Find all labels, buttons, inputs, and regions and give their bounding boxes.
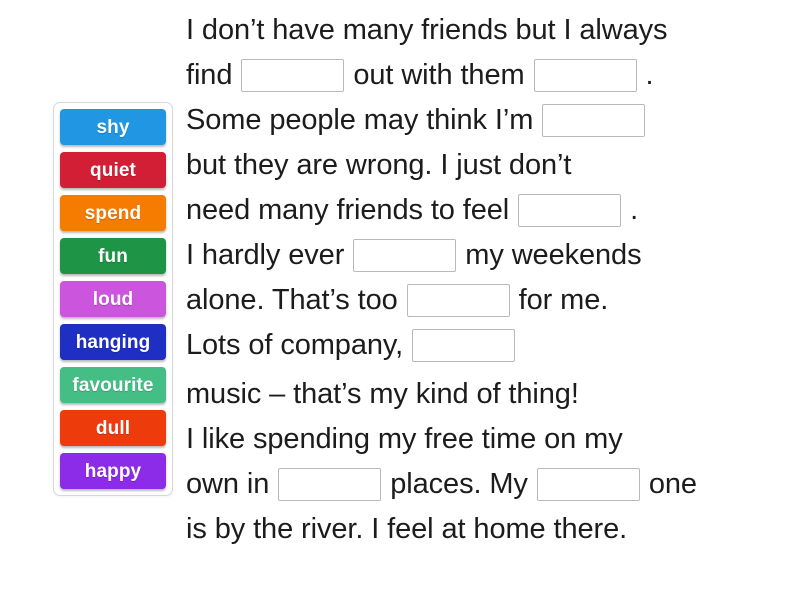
- word-tile-happy[interactable]: happy: [60, 453, 166, 489]
- passage-line: need many friends to feel.: [186, 188, 786, 233]
- passage-text: alone. That’s too: [186, 284, 398, 316]
- passage-text: .: [645, 59, 654, 91]
- passage-line: but they are wrong. I just don’t: [186, 143, 786, 188]
- answer-blank-8[interactable]: [536, 468, 640, 501]
- passage-text: places. My: [390, 468, 528, 500]
- passage-text: but they are wrong. I just don’t: [186, 149, 572, 181]
- passage-text: Some people may think I’m: [186, 104, 534, 136]
- word-tile-hanging[interactable]: hanging: [60, 324, 166, 360]
- passage-text: one: [648, 468, 697, 500]
- answer-blank-2[interactable]: [542, 104, 646, 137]
- answer-blank-7[interactable]: [278, 468, 382, 501]
- word-tile-shy[interactable]: shy: [60, 109, 166, 145]
- passage-text: my weekends: [465, 239, 642, 271]
- passage-text: I like spending my free time on my: [186, 423, 623, 455]
- passage-line: I don’t have many friends but I always: [186, 8, 786, 53]
- passage-text: for me.: [518, 284, 609, 316]
- answer-blank-1[interactable]: [533, 59, 637, 92]
- passage-line: Lots of company,: [186, 323, 786, 368]
- answer-blank-6[interactable]: [412, 329, 516, 362]
- gap-fill-passage: I don’t have many friends but I always fi…: [186, 8, 786, 552]
- passage-text: find: [186, 59, 233, 91]
- answer-blank-4[interactable]: [353, 239, 457, 272]
- exercise-stage: shy quiet spend fun loud hanging favourite dull…: [0, 0, 800, 600]
- word-bank: shy quiet spend fun loud hanging favourite dull…: [53, 102, 173, 496]
- answer-blank-3[interactable]: [518, 194, 622, 227]
- passage-text: .: [630, 194, 639, 226]
- word-tile-quiet[interactable]: quiet: [60, 152, 166, 188]
- passage-line: is by the river. I feel at home there.: [186, 507, 786, 552]
- passage-line: find out with them.: [186, 53, 786, 98]
- passage-text: need many friends to feel: [186, 194, 510, 226]
- passage-text: I don’t have many friends but I always: [186, 14, 668, 46]
- passage-line: alone. That’s too for me.: [186, 278, 786, 323]
- passage-line: I hardly ever my weekends: [186, 233, 786, 278]
- answer-blank-5[interactable]: [406, 284, 510, 317]
- word-tile-fun[interactable]: fun: [60, 238, 166, 274]
- word-tile-dull[interactable]: dull: [60, 410, 166, 446]
- word-tile-loud[interactable]: loud: [60, 281, 166, 317]
- passage-text: I hardly ever: [186, 239, 345, 271]
- answer-blank-0[interactable]: [241, 59, 345, 92]
- passage-line: own in places. My one: [186, 462, 786, 507]
- passage-line: Some people may think I’m: [186, 98, 786, 143]
- passage-text: is by the river. I feel at home there.: [186, 513, 628, 545]
- word-tile-favourite[interactable]: favourite: [60, 367, 166, 403]
- passage-text: music – that’s my kind of thing!: [186, 378, 579, 410]
- passage-text: out with them: [353, 59, 525, 91]
- passage-line: I like spending my free time on my: [186, 417, 786, 462]
- word-tile-spend[interactable]: spend: [60, 195, 166, 231]
- passage-text: Lots of company,: [186, 329, 404, 361]
- passage-line: music – that’s my kind of thing!: [186, 372, 786, 417]
- passage-text: own in: [186, 468, 270, 500]
